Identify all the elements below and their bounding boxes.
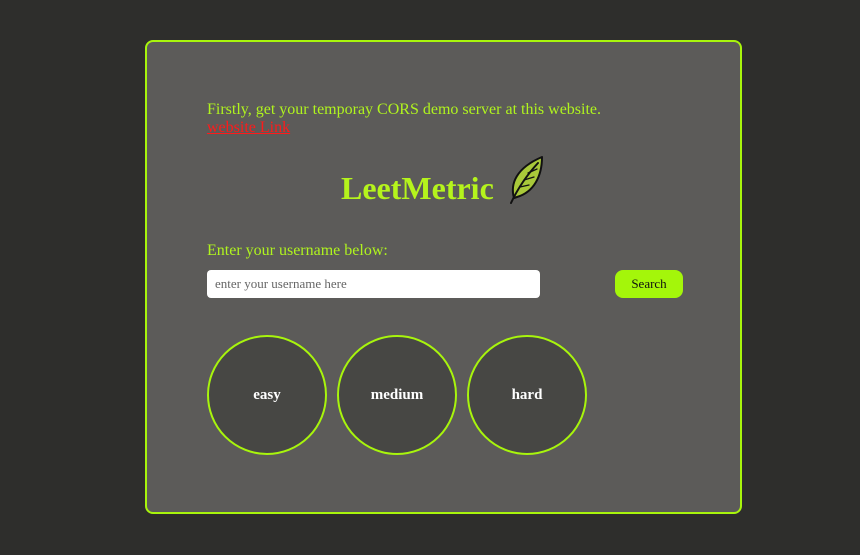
intro-section: Firstly, get your temporay CORS demo ser… [207, 101, 601, 137]
medium-label: medium [370, 386, 424, 403]
username-prompt: Enter your username below: [207, 242, 388, 259]
hard-progress-circle: hard [467, 335, 587, 455]
page-title: LeetMetric [341, 170, 494, 206]
username-input[interactable] [207, 270, 540, 298]
hard-label: hard [511, 386, 543, 403]
website-link[interactable]: website Link [207, 119, 601, 137]
brand-header: LeetMetric [341, 152, 544, 208]
search-button[interactable]: Search [615, 270, 683, 298]
easy-label: easy [253, 386, 281, 403]
medium-progress-circle: medium [337, 335, 457, 455]
intro-text: Firstly, get your temporay CORS demo ser… [207, 101, 602, 118]
easy-progress-circle: easy [207, 335, 327, 455]
leaf-icon [509, 156, 543, 204]
